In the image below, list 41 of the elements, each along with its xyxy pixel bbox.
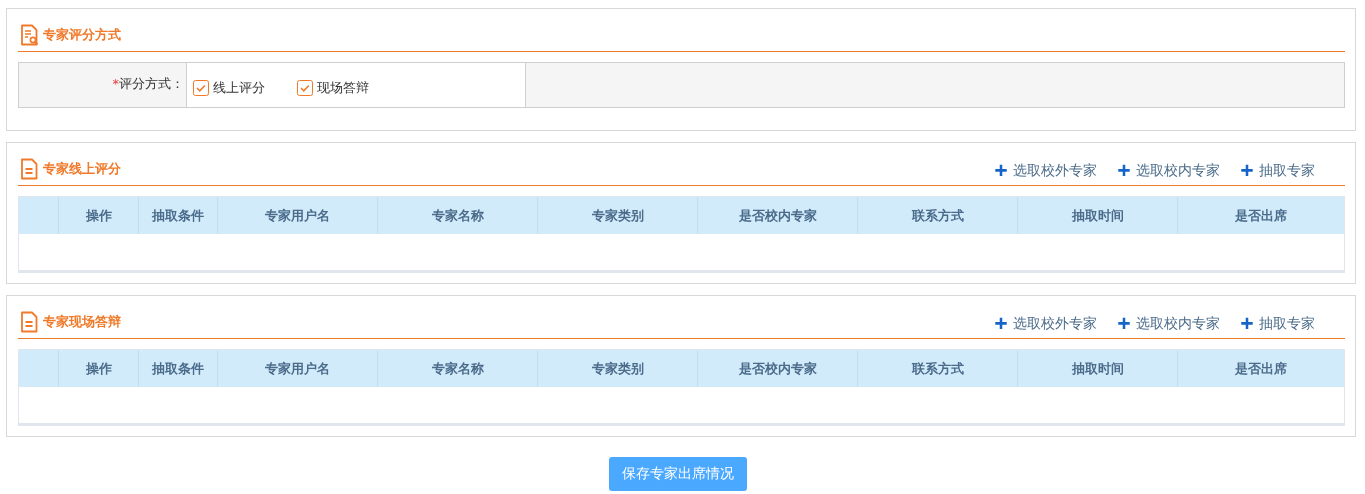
add-link[interactable]: 抽取专家: [1240, 315, 1315, 333]
section-title: 专家线上评分: [43, 160, 121, 178]
plus-icon: [1240, 317, 1254, 331]
document-icon: [19, 158, 39, 180]
document-search-icon: [19, 24, 39, 46]
column-header: 操作: [59, 350, 139, 387]
column-header: 抽取时间: [1018, 350, 1178, 387]
document-icon: [19, 311, 39, 333]
plus-icon: [1240, 164, 1254, 178]
field-label: *评分方式：: [112, 75, 184, 93]
add-link[interactable]: 抽取专家: [1240, 162, 1315, 180]
checkbox-option[interactable]: 现场答辩: [297, 79, 369, 97]
column-header: 专家名称: [378, 350, 538, 387]
column-header: 抽取条件: [139, 350, 218, 387]
column-header: 专家用户名: [218, 197, 378, 234]
section-title: 专家评分方式: [43, 26, 121, 44]
column-header: 操作: [59, 197, 139, 234]
add-link[interactable]: 选取校内专家: [1117, 315, 1220, 333]
plus-icon: [994, 317, 1008, 331]
plus-icon: [1117, 164, 1131, 178]
add-link[interactable]: 选取校外专家: [994, 315, 1097, 333]
add-link[interactable]: 选取校内专家: [1117, 162, 1220, 180]
column-header: 联系方式: [858, 197, 1018, 234]
column-header: 是否校内专家: [698, 350, 858, 387]
checkbox-option[interactable]: 线上评分: [193, 79, 265, 97]
checkbox[interactable]: [193, 80, 209, 96]
plus-icon: [994, 164, 1008, 178]
plus-icon: [1117, 317, 1131, 331]
add-link[interactable]: 选取校外专家: [994, 162, 1097, 180]
column-header: 是否校内专家: [698, 197, 858, 234]
section-title: 专家现场答辩: [43, 313, 121, 331]
column-header: 是否出席: [1234, 206, 1288, 225]
column-header: 专家类别: [538, 197, 698, 234]
column-header: 是否出席: [1234, 359, 1288, 378]
column-header: 联系方式: [858, 350, 1018, 387]
column-header: 专家名称: [378, 197, 538, 234]
column-header: 抽取条件: [139, 197, 218, 234]
column-header: 专家类别: [538, 350, 698, 387]
column-header: 抽取时间: [1018, 197, 1178, 234]
checkbox[interactable]: [297, 80, 313, 96]
column-header: 专家用户名: [218, 350, 378, 387]
